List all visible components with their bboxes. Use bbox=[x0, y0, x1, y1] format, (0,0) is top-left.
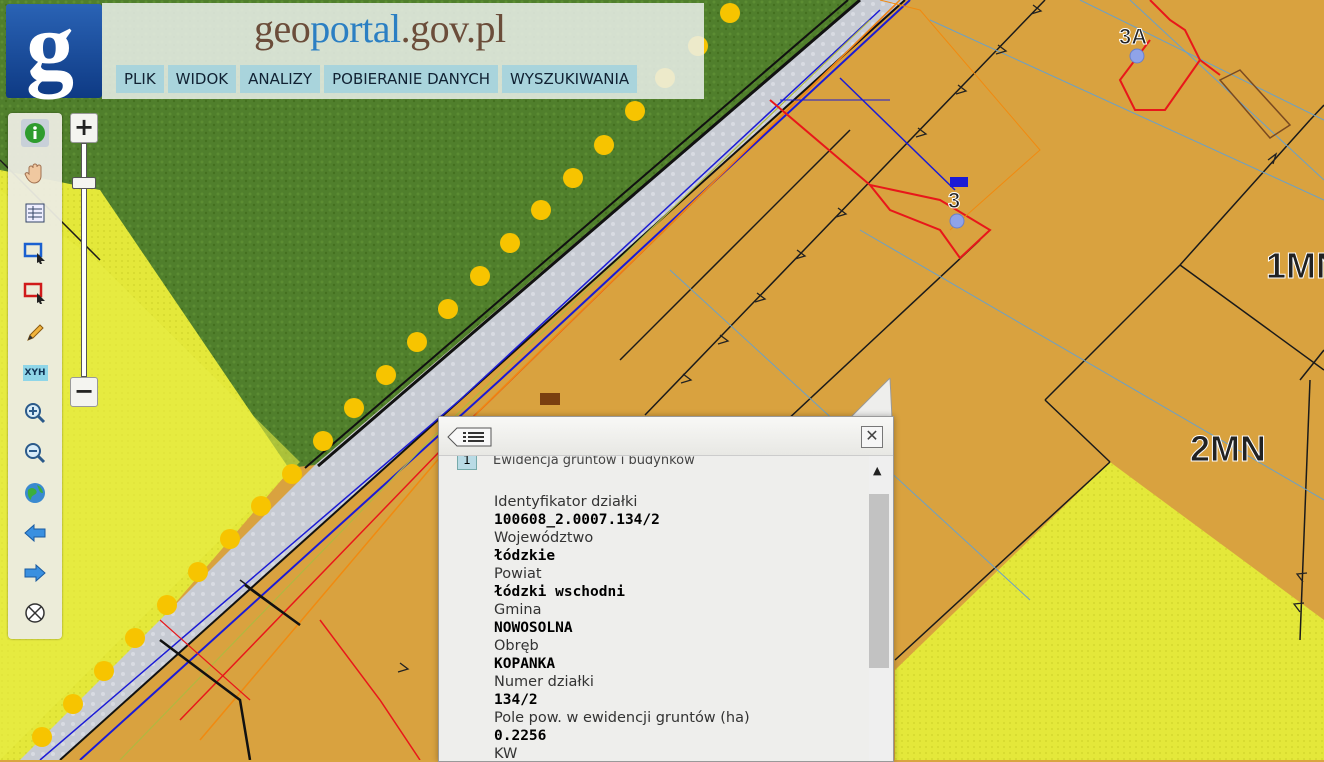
field-value: NOWOSOLNA bbox=[494, 620, 573, 636]
zone-label-2mn: 2MN bbox=[1189, 428, 1267, 470]
previous-view-tool[interactable] bbox=[21, 519, 49, 547]
parcel-attributes: Identyfikator działki 100608_2.0007.134/… bbox=[494, 493, 750, 761]
coordinates-tool[interactable]: XYH bbox=[21, 359, 49, 387]
field-value: 0.2256 bbox=[494, 728, 547, 744]
tools-toolbar: XYH bbox=[8, 113, 62, 639]
zoom-handle[interactable] bbox=[72, 177, 96, 189]
header-bar: geoportal.gov.pl PLIK WIDOK ANALIZY POBI… bbox=[102, 3, 704, 99]
layer-row: 1 Ewidencja gruntów i budynków bbox=[457, 456, 695, 470]
main-menu: PLIK WIDOK ANALIZY POBIERANIE DANYCH WYS… bbox=[116, 65, 638, 93]
field-value: 134/2 bbox=[494, 692, 538, 708]
menu-analizy[interactable]: ANALIZY bbox=[240, 65, 321, 93]
arrow-right-icon bbox=[24, 563, 46, 583]
zoom-in-button[interactable]: + bbox=[70, 113, 98, 143]
magnifier-minus-icon bbox=[25, 443, 46, 464]
legend-tool[interactable] bbox=[21, 199, 49, 227]
select-rectangle-blue-icon bbox=[23, 242, 45, 264]
field-label: Identyfikator działki bbox=[494, 494, 638, 510]
full-extent-tool[interactable] bbox=[21, 479, 49, 507]
geoportal-logo[interactable]: g bbox=[6, 0, 102, 98]
xyh-icon: XYH bbox=[22, 365, 48, 381]
zoom-out-button[interactable]: − bbox=[70, 377, 98, 407]
zoom-out-tool[interactable] bbox=[21, 439, 49, 467]
field-label: Powiat bbox=[494, 566, 542, 582]
scroll-up-icon[interactable]: ▲ bbox=[873, 464, 881, 477]
brand-part-portal: portal bbox=[310, 6, 401, 51]
zoom-in-tool[interactable] bbox=[21, 399, 49, 427]
logo-letter: g bbox=[26, 0, 74, 99]
select-blue-tool[interactable] bbox=[21, 239, 49, 267]
hand-icon bbox=[24, 163, 42, 184]
next-view-tool[interactable] bbox=[21, 559, 49, 587]
pencil-icon bbox=[27, 324, 44, 341]
field-label: Obręb bbox=[494, 638, 539, 654]
field-label: Pole pow. w ewidencji gruntów (ha) bbox=[494, 710, 750, 726]
table-icon bbox=[25, 203, 45, 223]
brand-title: geoportal.gov.pl bbox=[254, 9, 506, 49]
select-rectangle-red-icon bbox=[23, 282, 45, 304]
menu-widok[interactable]: WIDOK bbox=[167, 65, 237, 93]
globe-icon bbox=[25, 483, 45, 503]
field-value: 100608_2.0007.134/2 bbox=[494, 512, 660, 528]
scroll-thumb[interactable] bbox=[869, 494, 889, 668]
feature-info-popup: ✕ 1 Ewidencja gruntów i budynków Identyf… bbox=[438, 416, 894, 762]
brand-part-domain: .gov.pl bbox=[400, 6, 507, 51]
field-label: KW bbox=[494, 746, 518, 761]
menu-wyszukiwania[interactable]: WYSZUKIWANIA bbox=[501, 65, 638, 93]
field-label: Numer działki bbox=[494, 674, 594, 690]
clear-tool[interactable] bbox=[21, 599, 49, 627]
menu-plik[interactable]: PLIK bbox=[116, 65, 164, 93]
info-tool[interactable] bbox=[21, 119, 49, 147]
menu-pobieranie-danych[interactable]: POBIERANIE DANYCH bbox=[324, 65, 498, 93]
field-label: Województwo bbox=[494, 530, 594, 546]
info-icon bbox=[25, 123, 45, 143]
layer-title: Ewidencja gruntów i budynków bbox=[493, 456, 695, 468]
magnifier-plus-icon bbox=[25, 403, 46, 424]
draw-tool[interactable] bbox=[21, 319, 49, 347]
parcel-label-3a: 3A bbox=[1118, 24, 1148, 50]
layer-number-badge: 1 bbox=[457, 456, 477, 470]
parcel-label-3: 3 bbox=[947, 188, 961, 214]
popup-scrollbar[interactable]: ▲ bbox=[869, 456, 891, 761]
popup-close-button[interactable]: ✕ bbox=[861, 426, 883, 448]
field-label: Gmina bbox=[494, 602, 542, 618]
pan-tool[interactable] bbox=[21, 159, 49, 187]
field-value: łódzkie bbox=[494, 548, 556, 564]
popup-header: ✕ bbox=[439, 417, 893, 456]
arrow-left-icon bbox=[24, 523, 46, 543]
brand-part-geo: geo bbox=[254, 6, 311, 51]
popup-pointer bbox=[850, 378, 893, 418]
field-value: łódzki wschodni bbox=[494, 584, 625, 600]
circle-x-icon bbox=[25, 603, 45, 623]
back-list-button[interactable] bbox=[447, 426, 493, 448]
field-value: KOPANKA bbox=[494, 656, 556, 672]
popup-body[interactable]: 1 Ewidencja gruntów i budynków Identyfik… bbox=[439, 456, 869, 761]
zone-label-1mn: 1MN bbox=[1265, 245, 1324, 287]
select-red-tool[interactable] bbox=[21, 279, 49, 307]
zoom-slider: + − bbox=[70, 113, 98, 409]
